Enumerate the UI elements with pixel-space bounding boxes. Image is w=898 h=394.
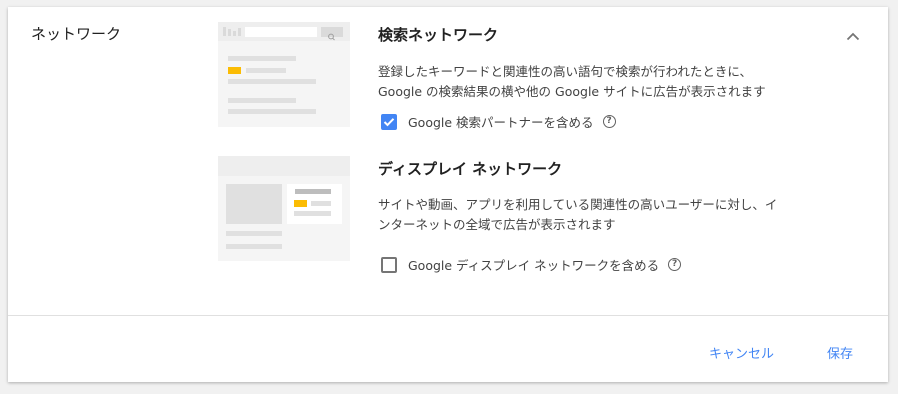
display-network-description-line1: サイトや動画、アプリを利用している関連性の高いユーザーに対し、イ — [378, 197, 778, 212]
search-network-description: 登録したキーワードと関連性の高い語句で検索が行われたときに、 Google の検… — [378, 62, 766, 102]
display-network-description-line2: ンターネットの全域で広告が表示されます — [378, 217, 616, 232]
display-network-description: サイトや動画、アプリを利用している関連性の高いユーザーに対し、イ ンターネットの… — [378, 195, 777, 235]
search-network-illustration — [218, 22, 350, 127]
search-partners-option: Google 検索パートナーを含める ? — [381, 112, 616, 131]
display-network-heading: ディスプレイ ネットワーク — [378, 160, 563, 178]
chevron-up-icon — [846, 32, 860, 40]
search-network-heading: 検索ネットワーク — [378, 26, 499, 44]
network-settings-card: ネットワーク 検索ネットワーク 登録したキーワードと関連性の高い語句で検索が行わ… — [8, 7, 888, 382]
display-network-label: Google ディスプレイ ネットワークを含める — [408, 258, 660, 273]
display-network-illustration — [218, 156, 350, 261]
search-network-description-line2: Google の検索結果の横や他の Google サイトに広告が表示されます — [378, 84, 766, 99]
help-circle-icon[interactable]: ? — [668, 258, 682, 271]
cancel-button[interactable]: キャンセル — [709, 343, 774, 362]
search-network-description-line1: 登録したキーワードと関連性の高い語句で検索が行われたときに、 — [378, 64, 753, 79]
section-title: ネットワーク — [31, 25, 122, 43]
search-icon — [328, 33, 335, 41]
save-button[interactable]: 保存 — [827, 343, 853, 362]
display-network-option: Google ディスプレイ ネットワークを含める ? — [381, 255, 682, 274]
collapse-button[interactable] — [842, 25, 864, 47]
search-partners-checkbox[interactable] — [381, 113, 397, 130]
checkmark-icon — [383, 117, 395, 126]
display-network-checkbox[interactable] — [381, 256, 397, 273]
footer-divider — [8, 315, 888, 316]
search-partners-label: Google 検索パートナーを含める — [408, 115, 594, 130]
help-circle-icon[interactable]: ? — [602, 115, 616, 128]
